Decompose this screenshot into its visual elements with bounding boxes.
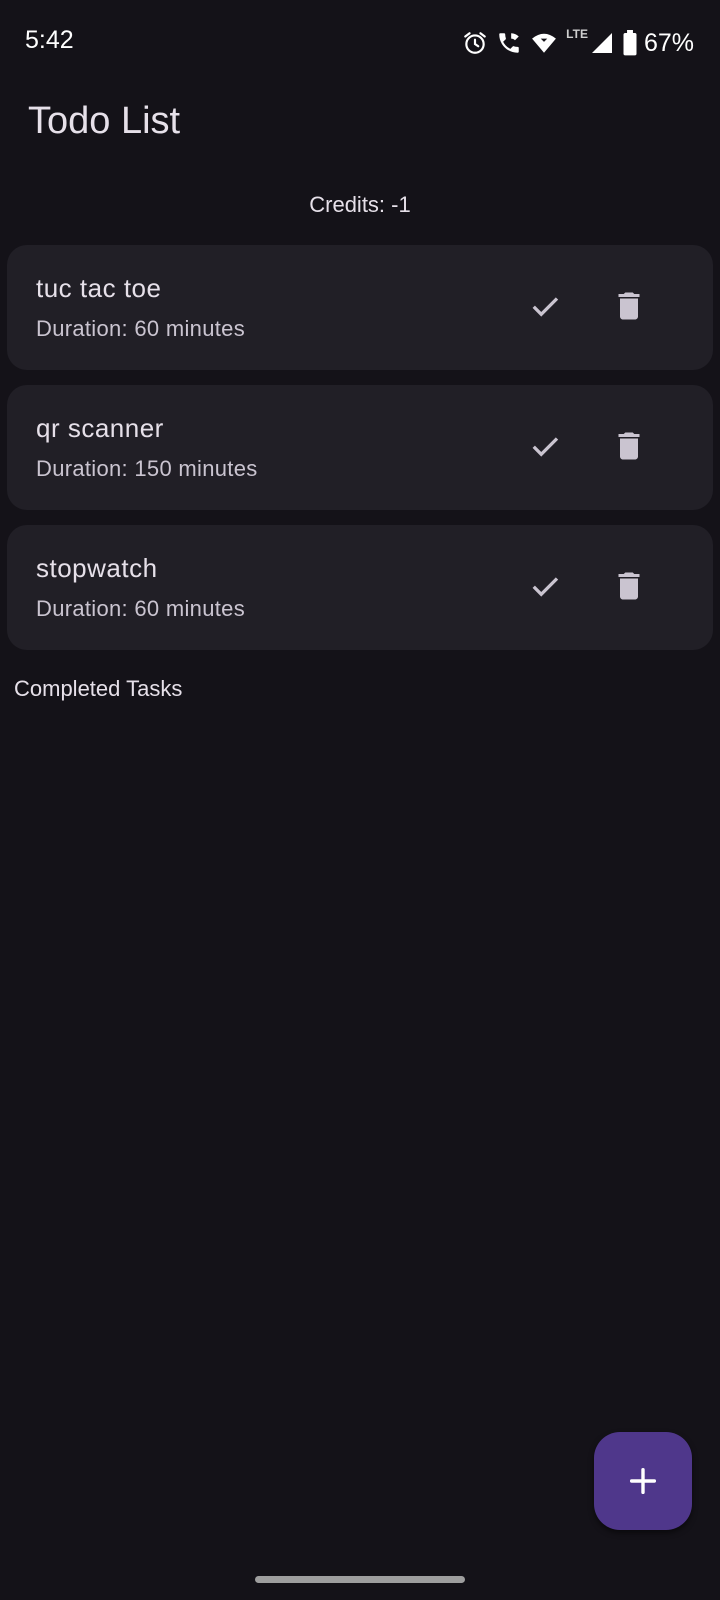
trash-icon <box>618 572 640 600</box>
wifi-icon <box>530 30 558 56</box>
delete-task-button[interactable] <box>605 422 653 470</box>
complete-task-button[interactable] <box>521 282 569 330</box>
signal-icon <box>590 31 614 55</box>
delete-task-button[interactable] <box>605 282 653 330</box>
task-name: qr scanner <box>36 413 164 443</box>
task-duration: Duration: 150 minutes <box>36 456 258 481</box>
complete-task-button[interactable] <box>521 422 569 470</box>
status-icons: LTE 67% <box>462 26 694 60</box>
status-bar: 5:42 LTE 67% <box>0 0 720 86</box>
battery-icon <box>622 30 638 56</box>
task-duration: Duration: 60 minutes <box>36 596 245 621</box>
wifi-call-icon <box>496 30 522 56</box>
status-time: 5:42 <box>25 26 74 54</box>
trash-icon <box>618 292 640 320</box>
plus-icon <box>629 1467 657 1495</box>
task-card: qr scanner Duration: 150 minutes <box>7 385 713 510</box>
alarm-icon <box>462 30 488 56</box>
home-indicator[interactable] <box>255 1576 465 1583</box>
task-card: stopwatch Duration: 60 minutes <box>7 525 713 650</box>
task-name: tuc tac toe <box>36 273 162 303</box>
battery-percent: 67% <box>643 28 694 57</box>
delete-task-button[interactable] <box>605 562 653 610</box>
add-task-button[interactable] <box>594 1432 692 1530</box>
trash-icon <box>618 432 640 460</box>
credits-label: Credits: -1 <box>309 192 411 217</box>
task-duration: Duration: 60 minutes <box>36 316 245 341</box>
lte-label: LTE <box>566 27 588 41</box>
task-card: tuc tac toe Duration: 60 minutes <box>7 245 713 370</box>
task-list: tuc tac toe Duration: 60 minutes qr scan… <box>7 245 713 665</box>
complete-task-button[interactable] <box>521 562 569 610</box>
check-icon <box>532 437 559 457</box>
check-icon <box>532 577 559 597</box>
page-title: Todo List <box>28 100 181 142</box>
completed-tasks-heading: Completed Tasks <box>14 676 183 701</box>
lte-group: LTE <box>566 27 614 55</box>
task-name: stopwatch <box>36 553 158 583</box>
check-icon <box>532 297 559 317</box>
